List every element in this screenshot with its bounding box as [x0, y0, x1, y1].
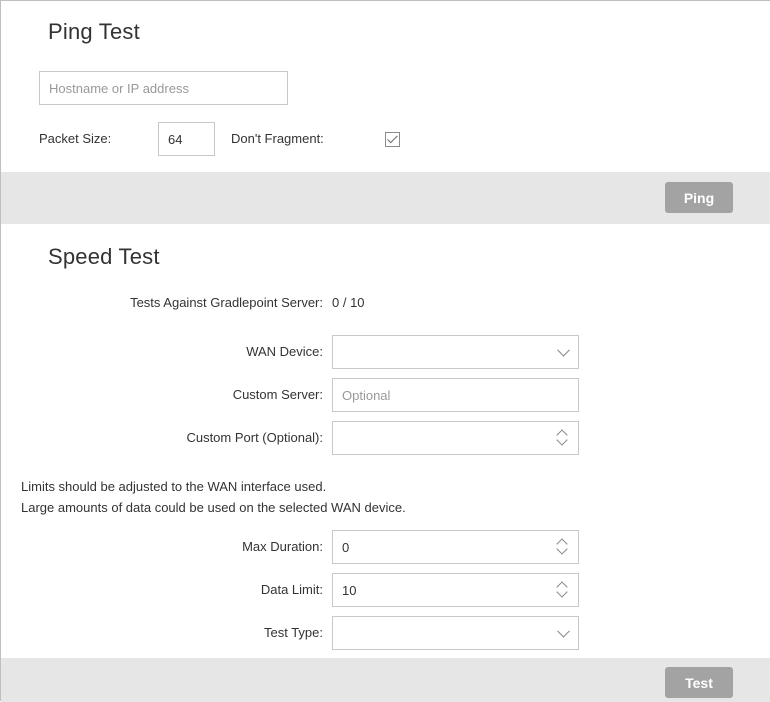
ping-host-placeholder: Hostname or IP address	[49, 80, 189, 96]
speed-test-title: Speed Test	[48, 244, 160, 269]
custom-port-input[interactable]	[332, 421, 579, 455]
data-limit-label: Data Limit:	[260, 582, 323, 597]
tests-against-server-value: 0 / 10	[332, 295, 365, 310]
packet-size-input[interactable]: 64	[158, 122, 215, 156]
dont-fragment-label: Don't Fragment:	[231, 131, 324, 146]
data-limit-input[interactable]: 10	[332, 573, 579, 607]
ping-button[interactable]: Ping	[665, 182, 733, 213]
max-duration-value: 0	[342, 539, 350, 555]
custom-server-input[interactable]: Optional	[332, 378, 579, 412]
ping-action-bar: Ping	[1, 172, 770, 224]
test-button[interactable]: Test	[665, 667, 733, 698]
wan-device-select[interactable]	[332, 335, 579, 369]
wan-device-label: WAN Device:	[246, 344, 323, 359]
max-duration-label: Max Duration:	[242, 539, 323, 554]
custom-server-placeholder: Optional	[342, 387, 391, 403]
max-duration-input[interactable]: 0	[332, 530, 579, 564]
chevron-down-icon	[557, 624, 570, 638]
ping-test-title: Ping Test	[48, 19, 140, 44]
spinner-updown-icon[interactable]	[556, 580, 568, 600]
diagnostics-panel: Ping Test Hostname or IP address Packet …	[0, 0, 770, 702]
packet-size-value: 64	[168, 131, 183, 147]
spinner-updown-icon[interactable]	[556, 537, 568, 557]
tests-against-server-label: Tests Against Gradlepoint Server:	[130, 295, 323, 310]
packet-size-label: Packet Size:	[39, 131, 112, 146]
notice-line-1: Limits should be adjusted to the WAN int…	[21, 479, 327, 494]
notice-line-2: Large amounts of data could be used on t…	[21, 500, 406, 515]
speed-action-bar: Test	[1, 658, 770, 702]
ping-host-input[interactable]: Hostname or IP address	[39, 71, 288, 105]
test-type-select[interactable]	[332, 616, 579, 650]
custom-server-label: Custom Server:	[232, 387, 323, 402]
data-limit-value: 10	[342, 582, 357, 598]
checkbox-checked-icon[interactable]	[385, 132, 400, 147]
custom-port-label: Custom Port (Optional):	[186, 430, 323, 445]
test-type-label: Test Type:	[263, 625, 323, 640]
spinner-updown-icon[interactable]	[556, 428, 568, 448]
chevron-down-icon	[557, 343, 570, 357]
